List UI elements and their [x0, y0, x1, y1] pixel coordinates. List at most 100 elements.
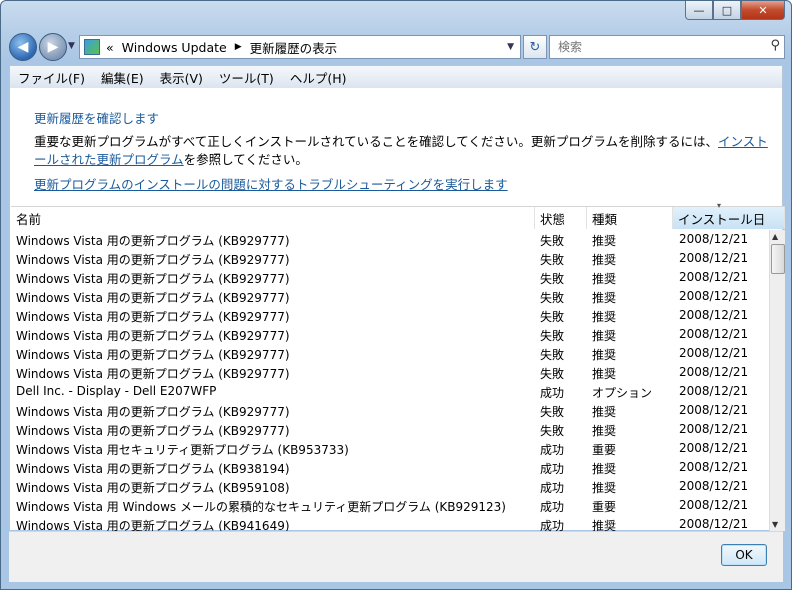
- cell-type: 推奨: [592, 405, 617, 419]
- table-row[interactable]: Windows Vista 用の更新プログラム (KB929777) 失敗 推奨 20…: [11, 363, 771, 382]
- breadcrumb-view-history[interactable]: 更新履歴の表示: [250, 38, 338, 57]
- refresh-button[interactable]: ↻: [523, 35, 547, 59]
- cell-type: 推奨: [592, 481, 617, 495]
- cell-install-date: 2008/12/21: [679, 498, 749, 512]
- caption-buttons: — □ ✕: [685, 1, 785, 20]
- cell-type: 推奨: [592, 310, 617, 324]
- breadcrumb-windows-update[interactable]: Windows Update: [122, 40, 227, 55]
- column-header-install-date[interactable]: インストール日 ▾: [673, 201, 785, 229]
- menu-help[interactable]: ヘルプ(H): [282, 68, 355, 87]
- cell-install-date: 2008/12/21: [679, 441, 749, 455]
- cell-name: Windows Vista 用の更新プログラム (KB929777): [16, 348, 290, 362]
- menu-edit[interactable]: 編集(E): [93, 68, 152, 87]
- cell-status: 失敗: [540, 405, 565, 419]
- address-dropdown-icon[interactable]: ▼: [507, 42, 514, 52]
- cell-status: 失敗: [540, 329, 565, 343]
- table-row[interactable]: Windows Vista 用の更新プログラム (KB929777) 失敗 推奨 20…: [11, 230, 771, 249]
- menu-bar: ファイル(F) 編集(E) 表示(V) ツール(T) ヘルプ(H): [9, 65, 783, 89]
- maximize-button[interactable]: □: [713, 1, 741, 20]
- cell-type: オプション: [592, 386, 653, 400]
- cell-install-date: 2008/12/21: [679, 517, 749, 531]
- cell-type: 推奨: [592, 253, 617, 267]
- cell-type: 推奨: [592, 291, 617, 305]
- scroll-up-icon[interactable]: ▲: [772, 232, 778, 241]
- table-row[interactable]: Windows Vista 用の更新プログラム (KB929777) 失敗 推奨 20…: [11, 268, 771, 287]
- cell-type: 推奨: [592, 329, 617, 343]
- recent-pages-dropdown-icon[interactable]: ▼: [68, 41, 75, 51]
- cell-type: 推奨: [592, 348, 617, 362]
- cell-status: 成功: [540, 519, 565, 531]
- cell-status: 失敗: [540, 310, 565, 324]
- table-row[interactable]: Windows Vista 用の更新プログラム (KB941649) 成功 推奨 20…: [11, 515, 771, 531]
- cell-name: Windows Vista 用セキュリティ更新プログラム (KB953733): [16, 443, 349, 457]
- back-button[interactable]: ◀: [9, 33, 37, 61]
- cell-install-date: 2008/12/21: [679, 384, 749, 398]
- vertical-scrollbar[interactable]: ▲ ▼: [769, 230, 785, 531]
- cell-name: Windows Vista 用の更新プログラム (KB959108): [16, 481, 290, 495]
- close-button[interactable]: ✕: [741, 1, 785, 20]
- column-header-type[interactable]: 種類: [587, 207, 673, 229]
- table-rows: Windows Vista 用の更新プログラム (KB929777) 失敗 推奨 20…: [11, 230, 771, 531]
- table-row[interactable]: Windows Vista 用の更新プログラム (KB959108) 成功 推奨 20…: [11, 477, 771, 496]
- cell-install-date: 2008/12/21: [679, 365, 749, 379]
- cell-status: 成功: [540, 443, 565, 457]
- cell-name: Windows Vista 用の更新プログラム (KB929777): [16, 234, 290, 248]
- cell-name: Windows Vista 用の更新プログラム (KB929777): [16, 424, 290, 438]
- column-header-install-date-label: インストール日: [678, 211, 766, 227]
- table-row[interactable]: Windows Vista 用の更新プログラム (KB929777) 失敗 推奨 20…: [11, 420, 771, 439]
- cell-type: 重要: [592, 443, 617, 457]
- cell-status: 成功: [540, 500, 565, 514]
- search-input[interactable]: [556, 39, 760, 55]
- scrollbar-thumb[interactable]: [771, 244, 785, 274]
- ok-button[interactable]: OK: [721, 544, 767, 566]
- cell-name: Windows Vista 用の更新プログラム (KB929777): [16, 310, 290, 324]
- dialog-footer: OK: [9, 531, 783, 582]
- table-row[interactable]: Windows Vista 用の更新プログラム (KB929777) 失敗 推奨 20…: [11, 325, 771, 344]
- cell-status: 失敗: [540, 291, 565, 305]
- table-row[interactable]: Windows Vista 用の更新プログラム (KB929777) 失敗 推奨 20…: [11, 401, 771, 420]
- cell-type: 推奨: [592, 519, 617, 531]
- page-title: 更新履歴を確認します: [34, 111, 160, 126]
- cell-status: 成功: [540, 462, 565, 476]
- table-row[interactable]: Windows Vista 用 Windows メールの累積的なセキュリティ更新…: [11, 496, 771, 515]
- column-header-status[interactable]: 状態: [535, 207, 587, 229]
- search-icon[interactable]: ⚲: [770, 38, 780, 53]
- content-pane: 更新履歴を確認します 重要な更新プログラムがすべて正しくインストールされているこ…: [9, 88, 785, 531]
- cell-name: Windows Vista 用の更新プログラム (KB929777): [16, 329, 290, 343]
- menu-file[interactable]: ファイル(F): [10, 68, 93, 87]
- cell-name: Windows Vista 用の更新プログラム (KB929777): [16, 253, 290, 267]
- menu-tools[interactable]: ツール(T): [211, 68, 282, 87]
- table-row[interactable]: Windows Vista 用の更新プログラム (KB929777) 失敗 推奨 20…: [11, 249, 771, 268]
- minimize-button[interactable]: —: [685, 1, 713, 20]
- cell-install-date: 2008/12/21: [679, 251, 749, 265]
- address-bar[interactable]: « Windows Update ▶ 更新履歴の表示 ▼: [79, 35, 521, 59]
- menu-view[interactable]: 表示(V): [152, 68, 211, 87]
- breadcrumb-prefix[interactable]: «: [106, 40, 114, 55]
- cell-status: 失敗: [540, 234, 565, 248]
- cell-name: Windows Vista 用の更新プログラム (KB941649): [16, 519, 290, 531]
- cell-name: Windows Vista 用の更新プログラム (KB929777): [16, 367, 290, 381]
- cell-install-date: 2008/12/21: [679, 422, 749, 436]
- cell-install-date: 2008/12/21: [679, 327, 749, 341]
- breadcrumb-separator[interactable]: ▶: [235, 42, 242, 52]
- cell-install-date: 2008/12/21: [679, 346, 749, 360]
- cell-install-date: 2008/12/21: [679, 270, 749, 284]
- table-row[interactable]: Windows Vista 用セキュリティ更新プログラム (KB953733) 成…: [11, 439, 771, 458]
- forward-button[interactable]: ▶: [39, 33, 67, 61]
- cell-install-date: 2008/12/21: [679, 460, 749, 474]
- column-header-name[interactable]: 名前: [11, 207, 535, 229]
- control-panel-icon: [84, 39, 100, 55]
- table-row[interactable]: Dell Inc. - Display - Dell E207WFP 成功 オプショ…: [11, 382, 771, 401]
- scroll-down-icon[interactable]: ▼: [772, 520, 778, 529]
- cell-type: 推奨: [592, 367, 617, 381]
- cell-status: 失敗: [540, 424, 565, 438]
- troubleshoot-link[interactable]: 更新プログラムのインストールの問題に対するトラブルシューティングを実行します: [34, 174, 508, 193]
- cell-install-date: 2008/12/21: [679, 403, 749, 417]
- table-row[interactable]: Windows Vista 用の更新プログラム (KB938194) 成功 推奨 20…: [11, 458, 771, 477]
- cell-name: Dell Inc. - Display - Dell E207WFP: [16, 384, 217, 398]
- table-row[interactable]: Windows Vista 用の更新プログラム (KB929777) 失敗 推奨 20…: [11, 287, 771, 306]
- table-row[interactable]: Windows Vista 用の更新プログラム (KB929777) 失敗 推奨 20…: [11, 306, 771, 325]
- cell-install-date: 2008/12/21: [679, 479, 749, 493]
- cell-name: Windows Vista 用の更新プログラム (KB929777): [16, 272, 290, 286]
- table-row[interactable]: Windows Vista 用の更新プログラム (KB929777) 失敗 推奨 20…: [11, 344, 771, 363]
